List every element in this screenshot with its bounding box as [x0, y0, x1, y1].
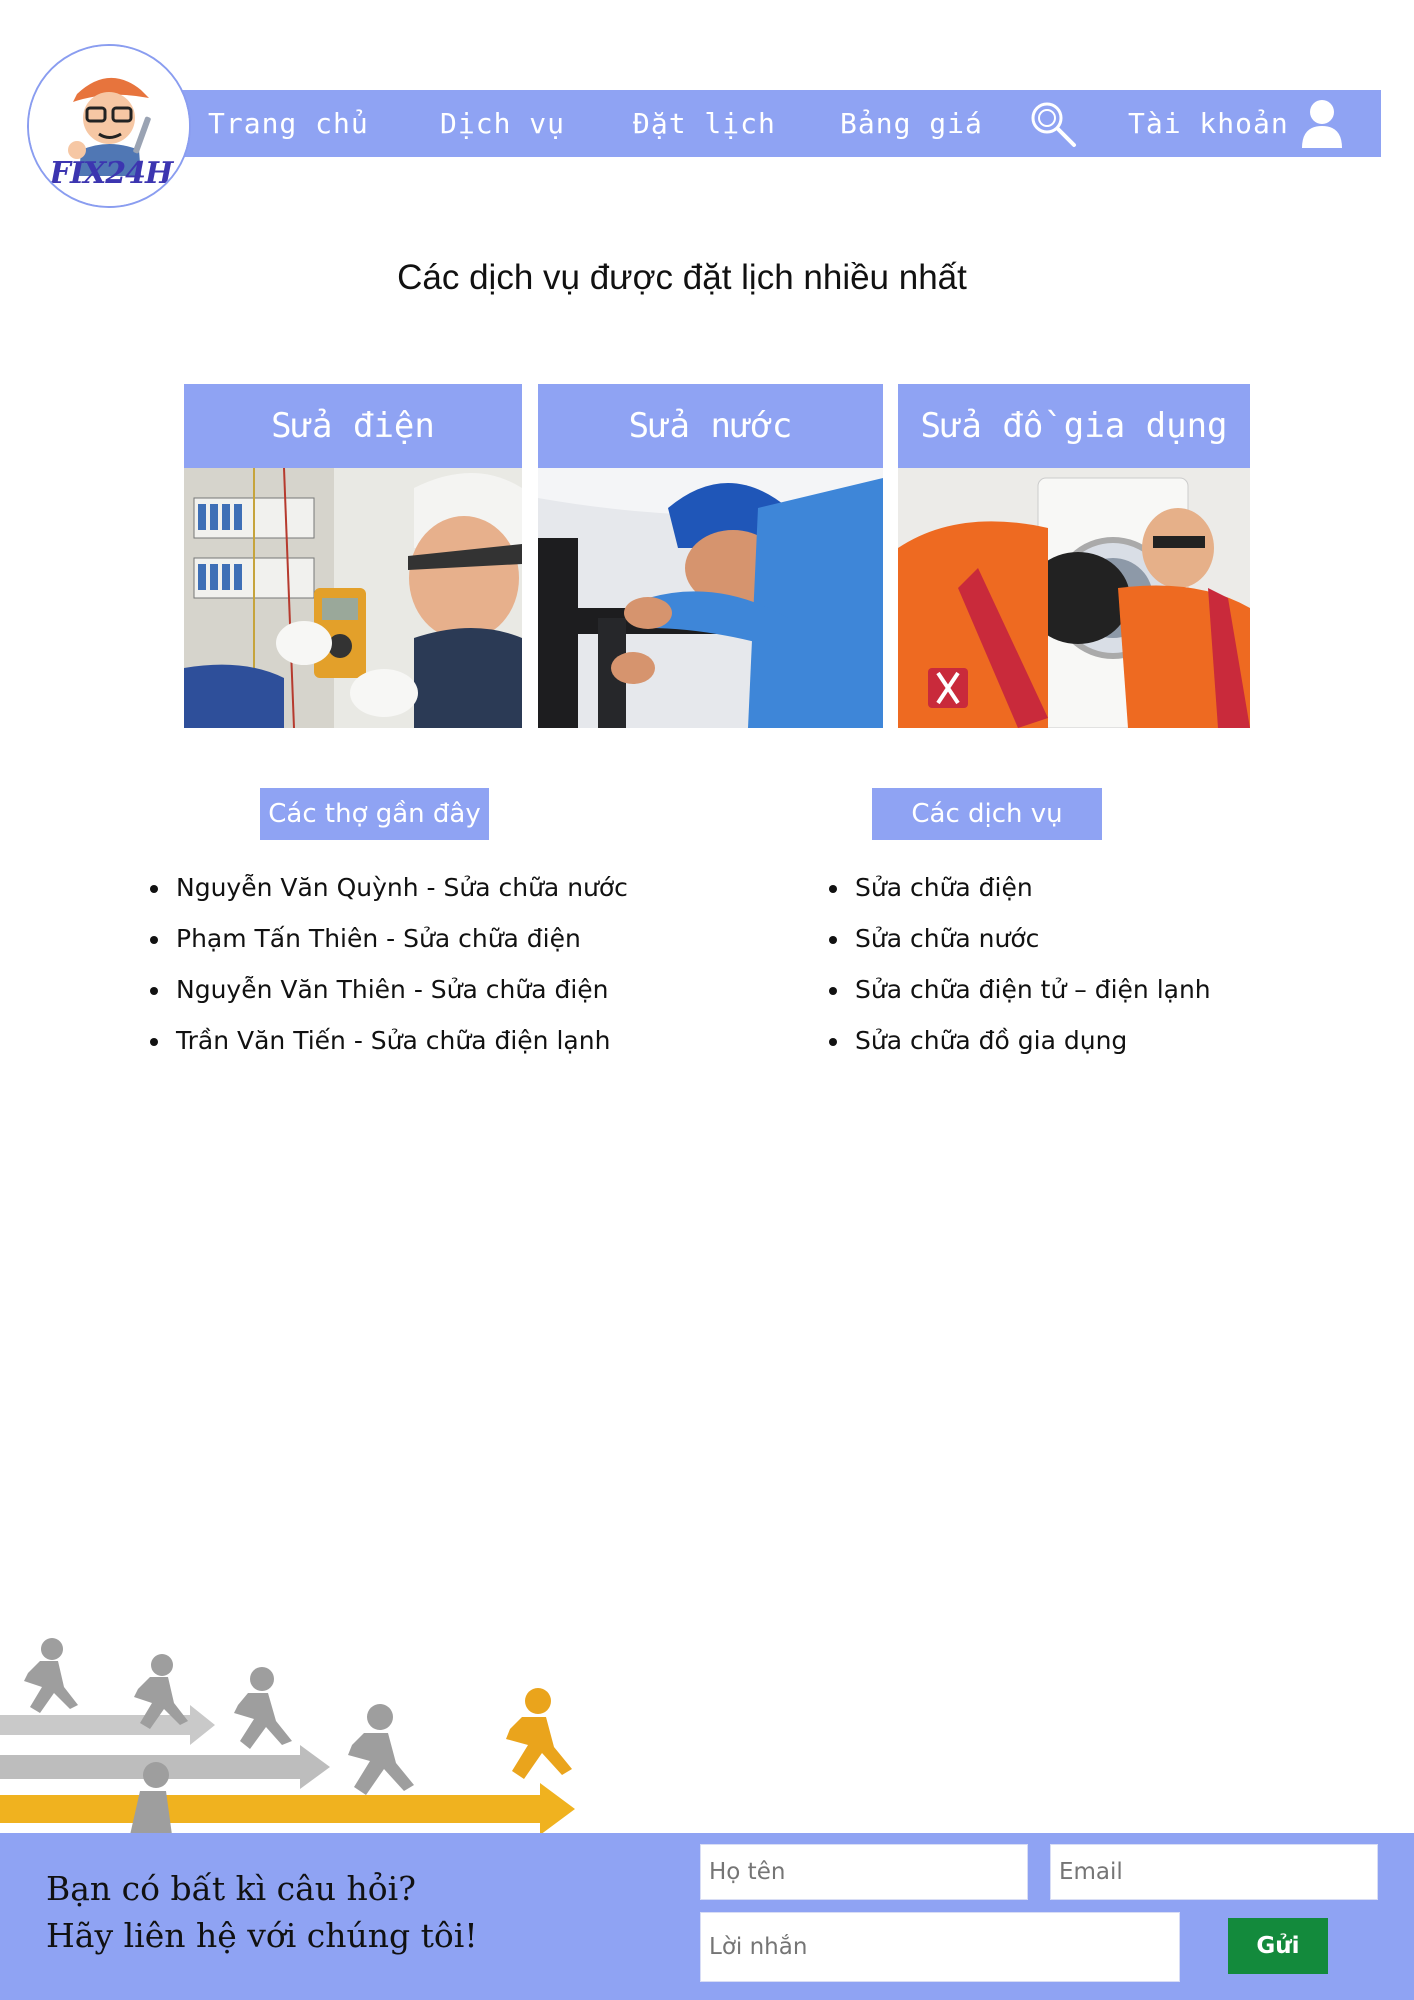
services-list: Sửa chữa điện Sửa chữa nước Sửa chữa điệ… — [829, 868, 1211, 1072]
nav-link-home[interactable]: Trang chủ — [208, 90, 369, 157]
message-field[interactable] — [700, 1912, 1180, 1982]
list-item[interactable]: Sửa chữa điện — [829, 868, 1211, 919]
send-button[interactable]: Gửi — [1228, 1918, 1328, 1974]
search-icon[interactable] — [1028, 99, 1078, 153]
nav-link-booking[interactable]: Đặt lịch — [633, 90, 776, 157]
name-field[interactable] — [700, 1844, 1028, 1900]
brand-logo-text: FIX24H — [49, 156, 174, 191]
list-item: Trần Văn Tiến - Sửa chữa điện lạnh — [150, 1021, 628, 1072]
nav-link-pricing[interactable]: Bảng giá — [840, 90, 983, 157]
electrician-photo — [184, 468, 522, 728]
service-card-title: Sửa nước — [538, 384, 883, 468]
recent-workers-heading: Các thợ gần đây — [260, 788, 489, 840]
contact-invite-text: Hãy liên hệ với chúng tôi! — [46, 1916, 478, 1955]
page-title: Các dịch vụ được đặt lịch nhiều nhất — [397, 258, 967, 297]
appliance-repair-photo — [898, 468, 1250, 728]
service-card-electric[interactable]: Sửa điện — [184, 384, 522, 728]
recent-workers-list: Nguyễn Văn Quỳnh - Sửa chữa nước Phạm Tấ… — [150, 868, 628, 1072]
services-heading: Các dịch vụ — [872, 788, 1102, 840]
nav-link-services[interactable]: Dịch vụ — [440, 90, 565, 157]
list-item: Nguyễn Văn Thiên - Sửa chữa điện — [150, 970, 628, 1021]
contact-question-text: Bạn có bất kì câu hỏi? — [46, 1869, 416, 1908]
list-item: Nguyễn Văn Quỳnh - Sửa chữa nước — [150, 868, 628, 919]
nav-link-account[interactable]: Tài khoản — [1128, 90, 1289, 157]
service-card-title: Sửa đồ gia dụng — [898, 384, 1250, 468]
list-item: Phạm Tấn Thiên - Sửa chữa điện — [150, 919, 628, 970]
top-navbar: Trang chủ Dịch vụ Đặt lịch Bảng giá Tài … — [150, 90, 1381, 157]
service-card-plumbing[interactable]: Sửa nước — [538, 384, 883, 728]
brand-logo[interactable]: FIX24H — [27, 44, 191, 208]
runners-illustration — [0, 1635, 580, 1835]
list-item[interactable]: Sửa chữa đồ gia dụng — [829, 1021, 1211, 1072]
plumber-photo — [538, 468, 883, 728]
user-icon[interactable] — [1300, 98, 1344, 154]
email-field[interactable] — [1050, 1844, 1378, 1900]
list-item[interactable]: Sửa chữa nước — [829, 919, 1211, 970]
service-card-title: Sửa điện — [184, 384, 522, 468]
service-card-appliances[interactable]: Sửa đồ gia dụng — [898, 384, 1250, 728]
list-item[interactable]: Sửa chữa điện tử – điện lạnh — [829, 970, 1211, 1021]
